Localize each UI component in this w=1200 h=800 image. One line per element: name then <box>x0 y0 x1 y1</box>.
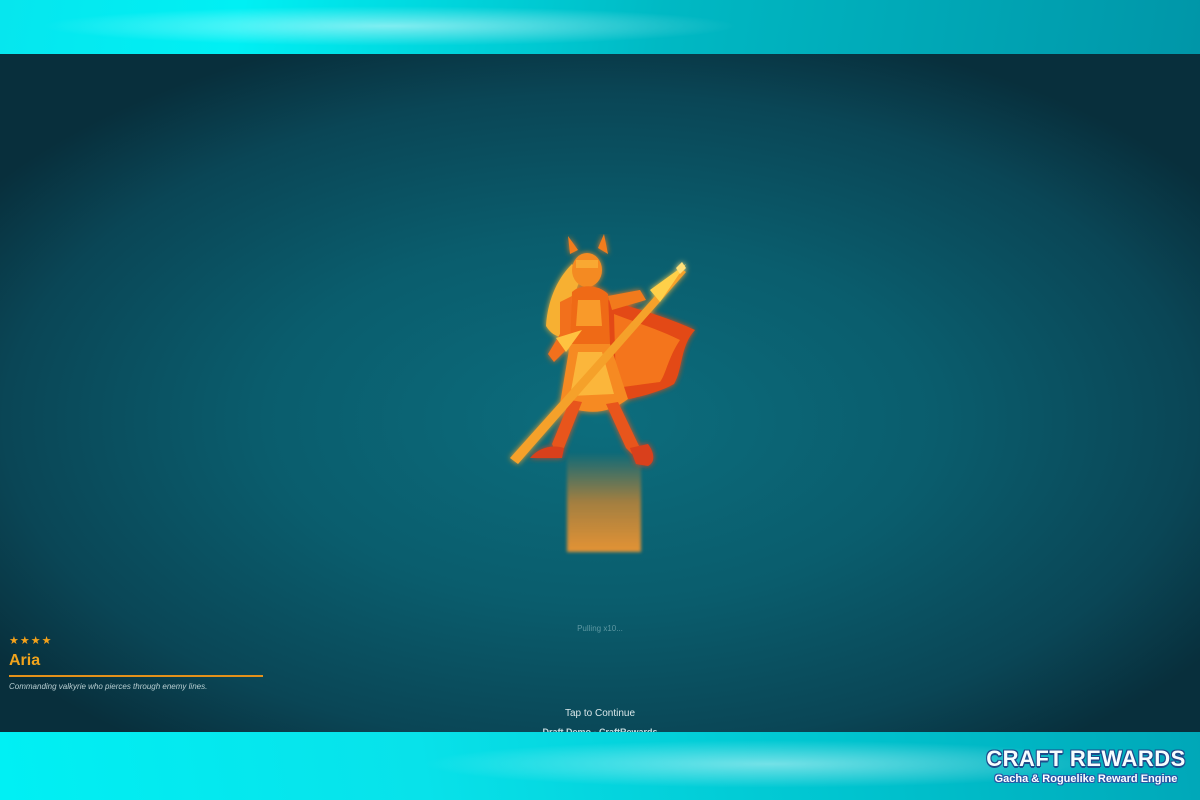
reward-name: Aria <box>9 652 41 669</box>
rarity-stars: ★★★★ <box>9 635 53 647</box>
reward-info-panel: ★★★★ Aria Commanding valkyrie who pierce… <box>9 634 263 691</box>
logo-title: CRAFT REWARDS <box>986 746 1186 771</box>
logo-subtitle: Gacha & Roguelike Reward Engine <box>994 773 1178 785</box>
craft-rewards-logo: CRAFT REWARDS Gacha & Roguelike Reward E… <box>980 746 1192 792</box>
reward-description: Commanding valkyrie who pierces through … <box>9 682 208 691</box>
tap-to-continue-button[interactable]: Tap to Continue <box>500 708 700 719</box>
name-underline-divider <box>9 675 263 677</box>
pulling-status-text: Pulling x10... <box>577 624 623 633</box>
valkyrie-sprite <box>490 234 710 484</box>
top-frame-band <box>0 0 1200 54</box>
reveal-stage[interactable]: Pulling x10... ★★★★ Aria Commanding valk… <box>0 54 1200 732</box>
